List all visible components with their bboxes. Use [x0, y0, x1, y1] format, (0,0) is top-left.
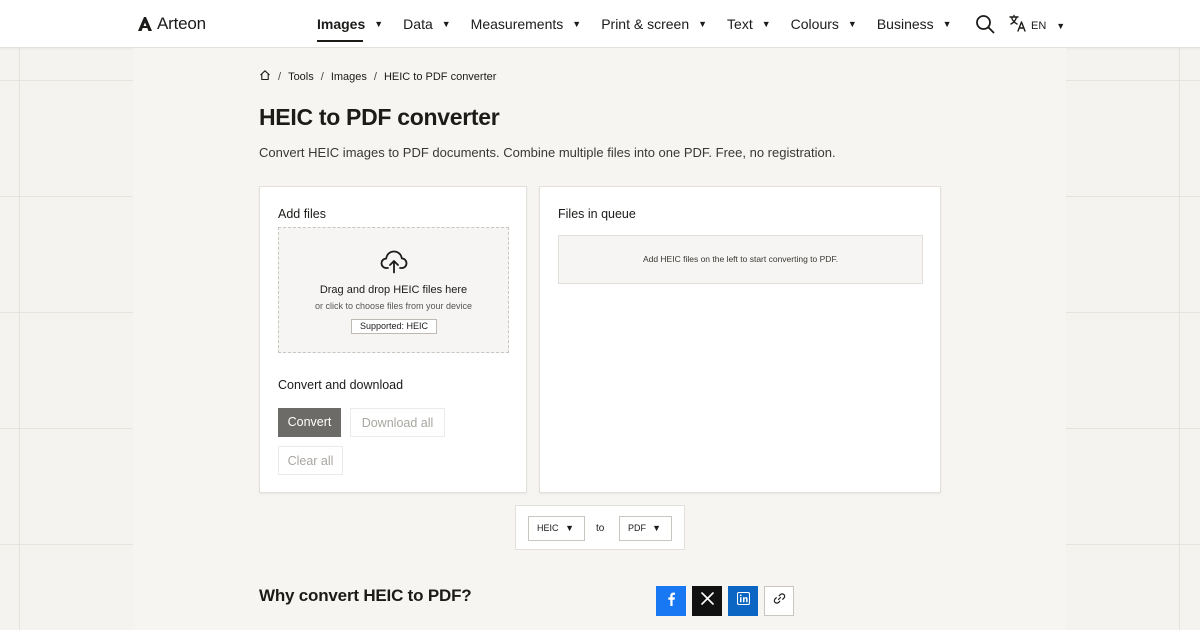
chevron-down-icon: ▼: [652, 523, 661, 533]
nav-item-print-screen[interactable]: Print & screen ▼: [601, 16, 707, 32]
arteon-logo-icon: [137, 16, 153, 32]
breadcrumb-current: HEIC to PDF converter: [383, 70, 497, 83]
search-icon[interactable]: [975, 14, 995, 34]
nav-label: Data: [403, 16, 433, 32]
chevron-down-icon: ▼: [572, 19, 582, 29]
chevron-down-icon: ▼: [441, 19, 451, 29]
link-icon: [773, 592, 786, 610]
breadcrumb-separator: /: [320, 70, 324, 83]
convert-button[interactable]: Convert: [278, 408, 341, 437]
nav-label: Colours: [790, 16, 839, 32]
nav-label: Text: [727, 16, 753, 32]
language-selector[interactable]: EN ▼: [1009, 14, 1065, 37]
facebook-icon: [665, 592, 677, 611]
breadcrumb-images[interactable]: Images: [331, 71, 367, 83]
translate-icon: [1009, 14, 1027, 37]
to-word: to: [596, 523, 605, 534]
language-code: EN: [1031, 19, 1047, 32]
to-format-select[interactable]: PDF ▼: [619, 516, 672, 541]
share-x-button[interactable]: [692, 586, 722, 616]
cloud-upload-icon: [379, 246, 409, 276]
page-title: HEIC to PDF converter: [259, 104, 500, 130]
convert-download-label: Convert and download: [278, 378, 404, 392]
chevron-down-icon: ▼: [847, 19, 857, 29]
nav-label: Business: [876, 16, 934, 32]
chevron-down-icon: ▼: [698, 19, 708, 29]
share-facebook-button[interactable]: [656, 586, 686, 616]
download-all-button[interactable]: Download all: [350, 408, 445, 437]
from-format-value: HEIC: [537, 523, 559, 533]
add-files-label: Add files: [278, 207, 326, 221]
files-queue-card: Files in queue Add HEIC files on the lef…: [539, 186, 941, 493]
dropzone-title: Drag and drop HEIC files here: [319, 284, 468, 296]
breadcrumb-separator: /: [373, 70, 377, 83]
files-queue-label: Files in queue: [558, 207, 636, 221]
nav-item-business[interactable]: Business ▼: [877, 16, 952, 32]
nav-item-text[interactable]: Text ▼: [727, 16, 771, 32]
clear-all-button[interactable]: Clear all: [278, 446, 343, 475]
linkedin-icon: [736, 591, 750, 610]
nav-item-data[interactable]: Data ▼: [403, 16, 451, 32]
nav-item-images[interactable]: Images ▼: [317, 16, 384, 42]
home-icon[interactable]: [259, 69, 271, 84]
breadcrumb-separator: /: [278, 70, 282, 83]
file-dropzone[interactable]: Drag and drop HEIC files here or click t…: [278, 227, 509, 353]
nav-label: Images: [317, 16, 366, 32]
logo[interactable]: Arteon: [137, 14, 206, 34]
copy-link-button[interactable]: [764, 586, 794, 616]
top-navigation-bar: Arteon Images ▼ Data ▼ Measurements ▼ Pr…: [0, 0, 1200, 48]
nav-label: Print & screen: [601, 16, 690, 32]
chevron-down-icon: ▼: [942, 19, 952, 29]
add-files-card: Add files Drag and drop HEIC files here …: [259, 186, 527, 493]
to-format-value: PDF: [628, 523, 646, 533]
why-convert-heading: Why convert HEIC to PDF?: [259, 586, 472, 605]
breadcrumb-tools[interactable]: Tools: [288, 71, 314, 83]
chevron-down-icon: ▼: [565, 523, 574, 533]
format-selector: HEIC ▼ to PDF ▼: [515, 505, 685, 550]
dropzone-subtitle: or click to choose files from your devic…: [314, 301, 473, 311]
nav-item-measurements[interactable]: Measurements ▼: [471, 16, 582, 32]
share-linkedin-button[interactable]: [728, 586, 758, 616]
main-panel: / Tools / Images / HEIC to PDF converter…: [133, 48, 1066, 630]
brand-name: Arteon: [157, 14, 206, 33]
chevron-down-icon: ▼: [761, 19, 771, 29]
nav-item-colours[interactable]: Colours ▼: [791, 16, 857, 32]
nav-label: Measurements: [470, 16, 564, 32]
x-icon: [700, 592, 714, 610]
supported-formats-badge: Supported: HEIC: [351, 319, 437, 334]
chevron-down-icon: ▼: [1056, 20, 1066, 31]
page-description: Convert HEIC images to PDF documents. Co…: [259, 145, 836, 160]
chevron-down-icon: ▼: [374, 19, 384, 29]
main-nav: Images ▼ Data ▼ Measurements ▼ Print & s…: [317, 0, 972, 48]
breadcrumb: / Tools / Images / HEIC to PDF converter: [259, 69, 496, 84]
queue-empty-message: Add HEIC files on the left to start conv…: [558, 235, 923, 284]
from-format-select[interactable]: HEIC ▼: [528, 516, 585, 541]
